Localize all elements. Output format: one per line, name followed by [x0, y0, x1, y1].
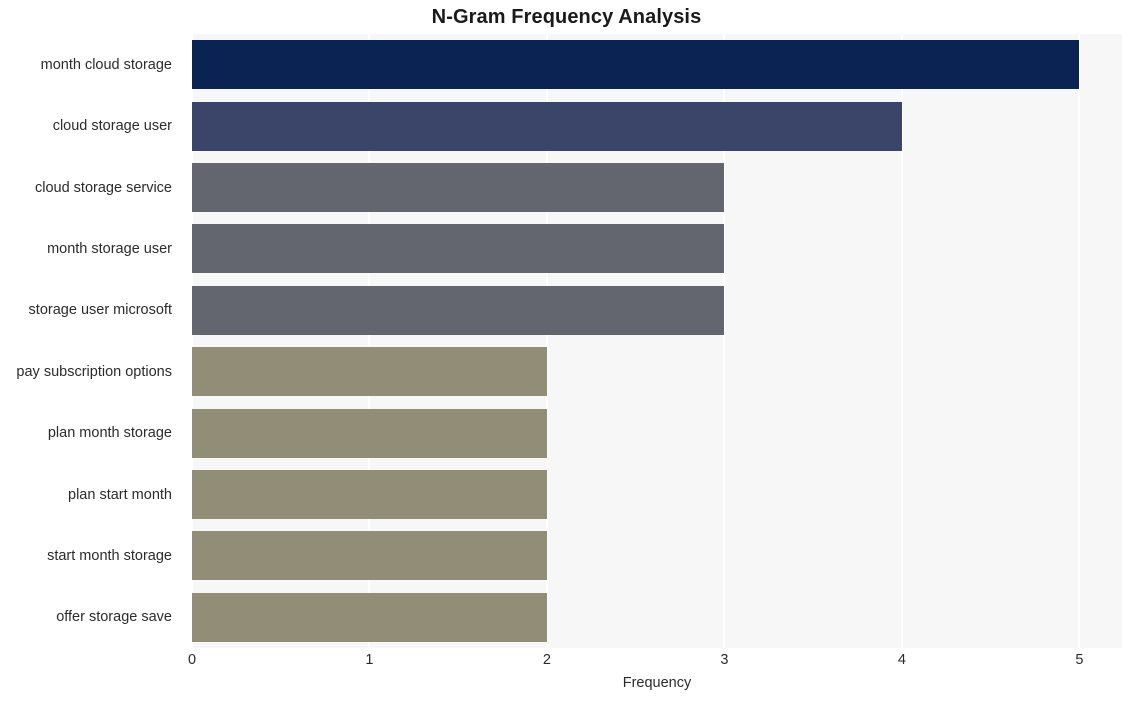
bar-row: [192, 531, 1122, 581]
x-axis-title: Frequency: [622, 675, 692, 691]
bar-month-storage-user[interactable]: [192, 224, 725, 274]
bar-storage-user-microsoft[interactable]: [192, 285, 725, 335]
bar-cloud-storage-user[interactable]: [192, 101, 902, 151]
bar-pay-subscription-options[interactable]: [192, 347, 547, 397]
chart-figure: N-Gram Frequency Analysis month cloud st…: [0, 0, 1133, 701]
page-title: N-Gram Frequency Analysis: [431, 6, 702, 28]
bar-row: [192, 101, 1122, 151]
y-tick-label-plan-month-storage: plan month storage: [47, 425, 172, 442]
y-tick-label-plan-start-month: plan start month: [68, 486, 172, 503]
bar-row: [192, 224, 1122, 274]
y-tick-label-pay-subscription-options: pay subscription options: [16, 363, 172, 380]
x-tick-label-4: 4: [897, 652, 906, 668]
bar-row: [192, 469, 1122, 520]
y-tick-label-offer-storage-save: offer storage save: [56, 609, 172, 626]
bar-start-month-storage[interactable]: [192, 531, 547, 581]
x-tick-label-2: 2: [542, 652, 551, 668]
bar-plan-start-month[interactable]: [192, 469, 547, 520]
bar-row: [192, 408, 1122, 458]
x-tick-label-1: 1: [365, 652, 374, 668]
plot-area: [191, 34, 1122, 648]
bar-plan-month-storage[interactable]: [192, 408, 547, 458]
bar-row: [192, 592, 1122, 642]
bar-cloud-storage-service[interactable]: [192, 162, 725, 213]
y-tick-label-storage-user-microsoft: storage user microsoft: [28, 302, 172, 319]
x-tick-label-5: 5: [1075, 652, 1084, 668]
y-tick-label-month-storage-user: month storage user: [47, 240, 172, 257]
y-tick-label-start-month-storage: start month storage: [47, 547, 172, 564]
y-tick-label-month-cloud-storage: month cloud storage: [40, 56, 172, 73]
y-tick-label-cloud-storage-user: cloud storage user: [52, 118, 172, 135]
x-axis-tick-labels: 0 1 2 3 4 5: [188, 652, 1122, 674]
bar-offer-storage-save[interactable]: [192, 592, 547, 642]
bar-row: [192, 162, 1122, 213]
bar-row: [192, 347, 1122, 397]
bar-month-cloud-storage[interactable]: [192, 40, 1080, 90]
bar-row: [192, 40, 1122, 90]
x-tick-label-3: 3: [720, 652, 729, 668]
bar-row: [192, 285, 1122, 335]
x-tick-label-0: 0: [187, 652, 197, 668]
y-axis-tick-labels: month cloud storage cloud storage user clo…: [0, 34, 182, 648]
y-tick-label-cloud-storage-service: cloud storage service: [34, 179, 172, 196]
